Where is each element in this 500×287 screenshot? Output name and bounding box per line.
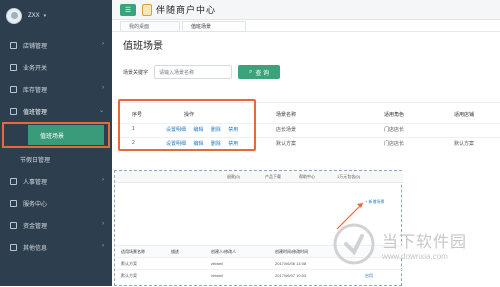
chevron-right-icon: › <box>102 85 104 91</box>
overlay-header-creator: 创建人/修改人 <box>211 249 237 254</box>
overlay-row-name: 默认方案 <box>121 273 137 278</box>
tab-shift-scene[interactable]: 值班场景 <box>182 21 246 32</box>
hamburger-menu-icon: ☰ <box>124 7 132 14</box>
overlay-row-name: 默认方案 <box>121 261 137 266</box>
brand: 伴随商户中心 <box>142 3 216 16</box>
row-role: 门店店长 <box>384 127 405 133</box>
tab-label: 我的桌面 <box>129 24 150 30</box>
tab-label: 值班场景 <box>191 24 212 30</box>
top-bar: ☰ 伴随商户中心 <box>112 0 500 20</box>
sidebar-subitem-label: 节假日管理 <box>20 157 51 164</box>
sidebar-item-label: 店铺管理 <box>23 43 48 50</box>
app-title: 伴随商户中心 <box>156 5 217 15</box>
header-name: 场景名称 <box>276 112 297 118</box>
search-input[interactable]: 请输入场景名称 <box>154 65 233 79</box>
service-icon <box>10 199 17 207</box>
tab-bar: 我的桌面 值班场景 <box>112 20 500 32</box>
watermark-text: 当下软件园 <box>382 234 468 251</box>
sidebar-item-label: 库存管理 <box>23 87 48 94</box>
watermark-url: www.downxia.com <box>382 252 448 261</box>
row-name: 店长场景 <box>276 127 297 133</box>
sidebar-item-hr[interactable]: 人事管理 › <box>0 170 112 192</box>
sidebar-item-label: 资金管理 <box>23 223 48 230</box>
overlay-row-time: 2017/06/07 10:03 <box>275 273 307 278</box>
annotation-highlight-box <box>118 99 256 151</box>
search-placeholder: 请输入场景名称 <box>159 69 195 76</box>
user-info[interactable]: ZXX ▾ <box>6 8 46 24</box>
overlay-row-creator: zhiwei/ <box>211 261 224 266</box>
overlay-header-time: 创建时间/修改时间 <box>275 249 309 254</box>
toggle-icon <box>10 63 17 71</box>
schedule-icon <box>10 107 17 115</box>
sidebar-item-label: 其他信息 <box>23 245 48 252</box>
sidebar-item-label: 值班管理 <box>23 109 48 116</box>
people-icon <box>10 177 17 185</box>
sidebar-item-business-switch[interactable]: 业务开关 <box>0 56 112 78</box>
fund-icon <box>10 221 17 229</box>
sidebar-item-label: 人事管理 <box>23 179 48 186</box>
chevron-down-icon[interactable]: ▾ <box>44 13 47 19</box>
search-button[interactable]: ⌕ 查 询 <box>238 65 281 79</box>
logo-icon <box>142 3 152 16</box>
search-bar: 场景关键字 请输入场景名称 ⌕ 查 询 <box>123 65 281 79</box>
watermark-logo-icon <box>333 223 375 265</box>
avatar[interactable] <box>6 8 22 24</box>
username: ZXX <box>28 13 40 19</box>
search-button-label: 查 询 <box>255 70 270 77</box>
chevron-down-icon: ⌄ <box>98 108 104 114</box>
info-icon <box>10 243 17 251</box>
sidebar-subitem-shift-scene[interactable]: 值班场景 <box>28 125 104 145</box>
search-label: 场景关键字 <box>123 69 149 76</box>
sidebar: ZXX ▾ 店铺管理 › 业务开关 库存管理 › 值班管理 ⌄ 值班场景 节假日… <box>0 0 112 286</box>
sidebar-item-store[interactable]: 店铺管理 › <box>0 34 112 56</box>
sidebar-item-label: 服务中心 <box>23 201 48 208</box>
store-icon <box>10 41 17 49</box>
chevron-right-icon: › <box>102 243 104 249</box>
watermark: 当下软件园 www.downxia.com <box>332 218 500 286</box>
sidebar-menu: 店铺管理 › 业务开关 库存管理 › 值班管理 ⌄ 值班场景 节假日管理 人事管 <box>0 34 112 258</box>
row-plan: 默认方案 <box>454 141 475 147</box>
hamburger-menu-button[interactable]: ☰ <box>120 4 136 16</box>
overlay-row-creator: zhiwei/ <box>211 273 224 278</box>
overlay-row-time: 2017/06/06 14:08 <box>275 261 307 266</box>
header-role: 适用角色 <box>384 112 405 118</box>
sidebar-subitem-label: 值班场景 <box>40 133 65 140</box>
sidebar-item-other[interactable]: 其他信息 › <box>0 236 112 258</box>
sidebar-item-fund[interactable]: 资金管理 › <box>0 214 112 236</box>
sidebar-item-service[interactable]: 服务中心 <box>0 192 112 214</box>
sidebar-subitem-holiday[interactable]: 节假日管理 <box>0 148 112 170</box>
chevron-right-icon: › <box>102 41 104 47</box>
sidebar-item-shift[interactable]: 值班管理 ⌄ <box>0 100 112 122</box>
sidebar-item-label: 业务开关 <box>23 65 48 72</box>
page-title: 值班场景 <box>123 41 163 52</box>
tab-my-desktop[interactable]: 我的桌面 <box>120 21 180 32</box>
search-icon: ⌕ <box>248 68 253 75</box>
sidebar-subitem-shift-scene-wrapper: 值班场景 <box>2 122 110 148</box>
header-plan: 适用店铺 <box>454 112 475 118</box>
overlay-header-desc: 描述 <box>171 249 179 254</box>
inventory-icon <box>10 85 17 93</box>
row-name: 默认方案 <box>276 141 297 147</box>
chevron-right-icon: › <box>102 221 104 227</box>
overlay-header-name: 适用场景名称 <box>121 249 145 254</box>
sidebar-item-inventory[interactable]: 库存管理 › <box>0 78 112 100</box>
chevron-right-icon: › <box>102 177 104 183</box>
row-role: 门店店长 <box>384 141 405 147</box>
